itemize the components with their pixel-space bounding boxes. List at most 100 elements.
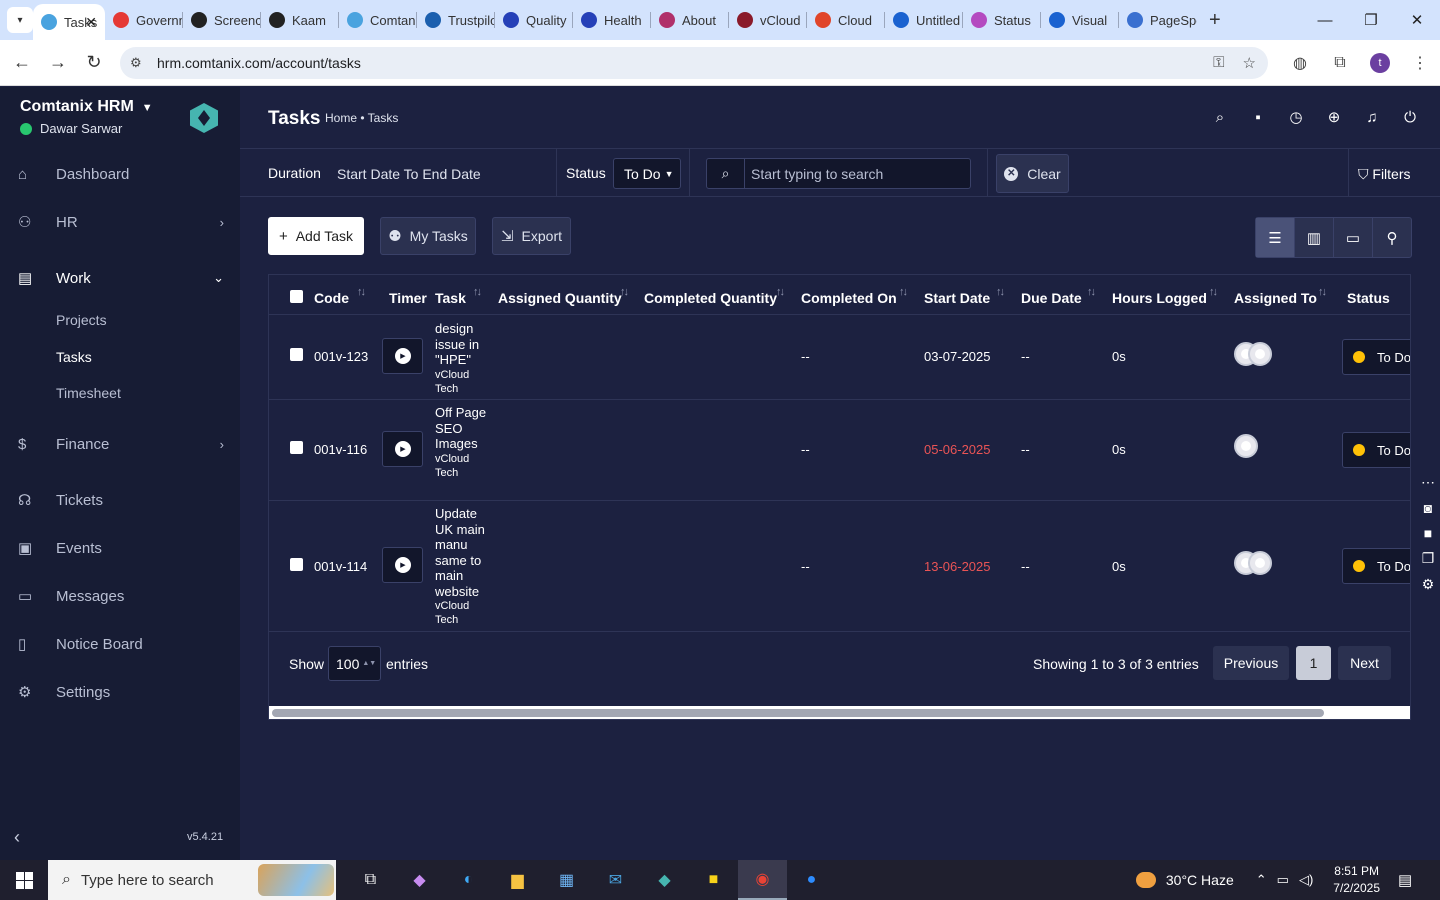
- start-timer-button[interactable]: ▶: [382, 547, 423, 583]
- column-header-assigned-to[interactable]: Assigned To: [1234, 290, 1317, 306]
- volume-icon[interactable]: ◁): [1299, 872, 1313, 888]
- list-view-icon[interactable]: ☰: [1256, 218, 1295, 257]
- avatar[interactable]: [1234, 434, 1258, 458]
- scrollbar-thumb[interactable]: [272, 709, 1324, 717]
- my-tasks-button[interactable]: ⚉ My Tasks: [380, 217, 476, 255]
- chevron-up-icon[interactable]: ⌃: [1256, 872, 1267, 888]
- page-1-button[interactable]: 1: [1296, 646, 1331, 680]
- row-checkbox[interactable]: [290, 348, 303, 361]
- browser-tab-active[interactable]: Tasks ✕: [33, 4, 105, 40]
- browser-tab[interactable]: Kaam: [261, 0, 339, 40]
- sidebar-item-events[interactable]: ▣ Events: [0, 530, 240, 566]
- collapse-sidebar-icon[interactable]: ‹: [14, 827, 20, 848]
- column-header-code[interactable]: Code: [314, 290, 349, 306]
- comtanix-app-icon[interactable]: ◆: [640, 860, 689, 900]
- power-icon[interactable]: ⏻: [1400, 107, 1420, 127]
- browser-tab[interactable]: Screencast: [183, 0, 261, 40]
- edge-icon[interactable]: ◐: [444, 860, 493, 900]
- start-timer-button[interactable]: ▶: [382, 338, 423, 374]
- profile-avatar[interactable]: t: [1370, 52, 1390, 73]
- sidebar-item-notice-board[interactable]: ▯ Notice Board: [0, 626, 240, 662]
- minimize-icon[interactable]: —: [1302, 0, 1348, 40]
- avatar[interactable]: [1248, 342, 1272, 366]
- calendar-view-icon[interactable]: ▭: [1334, 218, 1373, 257]
- windows-start-icon[interactable]: [0, 860, 48, 900]
- status-dropdown[interactable]: To Do: [1342, 339, 1410, 375]
- more-icon[interactable]: ⋯: [1421, 474, 1435, 491]
- sort-icon[interactable]: ↑↓: [776, 286, 785, 298]
- globe-icon[interactable]: ◍: [1280, 53, 1320, 73]
- add-circle-icon[interactable]: ⊕: [1324, 107, 1344, 127]
- browser-tab[interactable]: Trustpilot: [417, 0, 495, 40]
- task-name[interactable]: design issue in "HPE" vCloud Tech: [435, 321, 495, 396]
- task-code[interactable]: 001v-123: [314, 349, 368, 364]
- weather-widget[interactable]: 30°C Haze: [1135, 872, 1234, 888]
- sort-icon[interactable]: ↑↓: [357, 286, 366, 298]
- column-header-task[interactable]: Task: [435, 290, 466, 306]
- add-task-button[interactable]: + Add Task: [268, 217, 364, 255]
- sidebar-item-messages[interactable]: ▭ Messages: [0, 578, 240, 614]
- browser-tab[interactable]: Health: [573, 0, 651, 40]
- column-header-completed-quantity[interactable]: Completed Quantity: [644, 290, 777, 306]
- sidebar-subitem-tasks[interactable]: Tasks: [56, 349, 92, 365]
- column-header-hours-logged[interactable]: Hours Logged: [1112, 290, 1207, 306]
- search-icon[interactable]: ⌕: [1210, 107, 1230, 127]
- column-header-status[interactable]: Status: [1347, 290, 1390, 306]
- sort-icon[interactable]: ↑↓: [620, 286, 629, 298]
- clear-button[interactable]: ✕ Clear: [996, 154, 1069, 193]
- close-icon[interactable]: ✕: [85, 14, 97, 31]
- task-view-icon[interactable]: ⧉: [346, 860, 395, 900]
- notifications-icon[interactable]: ▤: [1398, 871, 1422, 889]
- copilot-icon[interactable]: ◆: [395, 860, 444, 900]
- network-icon[interactable]: ▭: [1277, 872, 1289, 888]
- copy-icon[interactable]: ❐: [1422, 550, 1435, 567]
- video-icon[interactable]: ■: [1424, 525, 1432, 541]
- browser-tab[interactable]: Visual: [1041, 0, 1119, 40]
- column-header-completed-on[interactable]: Completed On: [801, 290, 897, 306]
- start-timer-button[interactable]: ▶: [382, 431, 423, 467]
- sticky-note-icon[interactable]: ▪: [1248, 107, 1268, 127]
- password-key-icon[interactable]: ⚿: [1213, 54, 1224, 72]
- row-checkbox[interactable]: [290, 558, 303, 571]
- browser-tab[interactable]: Status: [963, 0, 1041, 40]
- sticky-notes-icon[interactable]: ■: [689, 860, 738, 900]
- export-button[interactable]: ⇲ Export: [492, 217, 571, 255]
- row-checkbox[interactable]: [290, 441, 303, 454]
- browser-tab[interactable]: PageSpeed: [1119, 0, 1197, 40]
- browser-tab[interactable]: Quality: [495, 0, 573, 40]
- restore-icon[interactable]: ❐: [1348, 0, 1394, 40]
- browser-tab[interactable]: Comtanix: [339, 0, 417, 40]
- sidebar-item-work[interactable]: ▤ Work ⌄: [0, 260, 240, 296]
- address-bar[interactable]: ⚙ hrm.comtanix.com/account/tasks ⚿ ☆: [120, 47, 1268, 79]
- column-header-start-date[interactable]: Start Date: [924, 290, 990, 306]
- sidebar-item-settings[interactable]: ⚙ Settings: [0, 674, 240, 710]
- browser-tab[interactable]: Cloud: [807, 0, 885, 40]
- site-settings-icon[interactable]: ⚙: [130, 55, 150, 71]
- sort-icon[interactable]: ↑↓: [473, 286, 482, 298]
- sort-icon[interactable]: ↑↓: [1318, 286, 1327, 298]
- sidebar-item-tickets[interactable]: ☊ Tickets: [0, 482, 240, 518]
- task-code[interactable]: 001v-116: [314, 442, 367, 457]
- browser-tab[interactable]: Untitled: [885, 0, 963, 40]
- sidebar-item-finance[interactable]: $ Finance ›: [0, 426, 240, 462]
- select-all-checkbox[interactable]: [290, 290, 303, 303]
- page-size-select[interactable]: 100 ▲▼: [328, 646, 381, 681]
- sidebar-subitem-projects[interactable]: Projects: [56, 312, 107, 328]
- avatar[interactable]: [1248, 551, 1272, 575]
- status-dropdown[interactable]: To Do: [1342, 548, 1410, 584]
- sidebar-item-hr[interactable]: ⚇ HR ›: [0, 204, 240, 240]
- zoom-icon[interactable]: ●: [787, 860, 836, 900]
- filters-button[interactable]: ⛉ Filters: [1358, 166, 1411, 183]
- mail-icon[interactable]: ✉: [591, 860, 640, 900]
- status-select[interactable]: To Do ▼: [613, 158, 681, 189]
- file-explorer-icon[interactable]: ▆: [493, 860, 542, 900]
- column-header-assigned-quantity[interactable]: Assigned Quantity: [498, 290, 622, 306]
- taskbar-search[interactable]: ⌕ Type here to search: [48, 860, 336, 900]
- board-view-icon[interactable]: ▥: [1295, 218, 1334, 257]
- search-input[interactable]: [745, 159, 970, 188]
- gear-icon[interactable]: ⚙: [1422, 576, 1435, 593]
- browser-tab[interactable]: Government: [105, 0, 183, 40]
- new-tab-icon[interactable]: +: [1209, 9, 1233, 32]
- sidebar-item-dashboard[interactable]: ⌂ Dashboard: [0, 156, 240, 192]
- task-name[interactable]: Off Page SEO Images vCloud Tech: [435, 405, 495, 480]
